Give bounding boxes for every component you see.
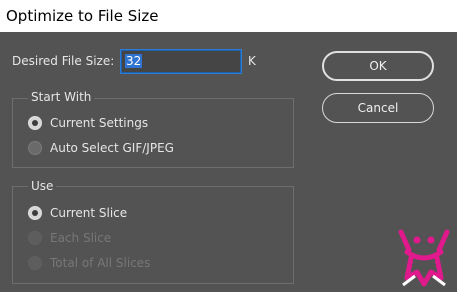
use-title: Use <box>28 179 57 193</box>
current-slice-radio[interactable] <box>28 206 42 220</box>
all-slices-radio[interactable] <box>28 256 42 270</box>
auto-select-label: Auto Select GIF/JPEG <box>50 141 174 155</box>
file-size-input[interactable]: 32 <box>120 49 242 74</box>
start-with-title: Start With <box>28 90 95 104</box>
each-slice-label: Each Slice <box>50 231 112 245</box>
file-size-label: Desired File Size: <box>12 54 115 68</box>
file-size-unit: K <box>248 54 256 68</box>
file-size-value: 32 <box>125 54 143 68</box>
current-settings-radio[interactable] <box>28 116 42 130</box>
mascot-logo-icon <box>398 229 450 287</box>
start-with-group <box>12 98 294 168</box>
optimize-dialog: Optimize to File Size Desired File Size:… <box>0 0 457 292</box>
current-settings-label: Current Settings <box>50 116 149 130</box>
each-slice-radio[interactable] <box>28 231 42 245</box>
window-title: Optimize to File Size <box>0 0 457 32</box>
cancel-button[interactable]: Cancel <box>322 93 434 123</box>
all-slices-label: Total of All Slices <box>50 256 151 270</box>
ok-button[interactable]: OK <box>322 51 434 81</box>
current-slice-label: Current Slice <box>50 206 128 220</box>
auto-select-radio[interactable] <box>28 141 42 155</box>
